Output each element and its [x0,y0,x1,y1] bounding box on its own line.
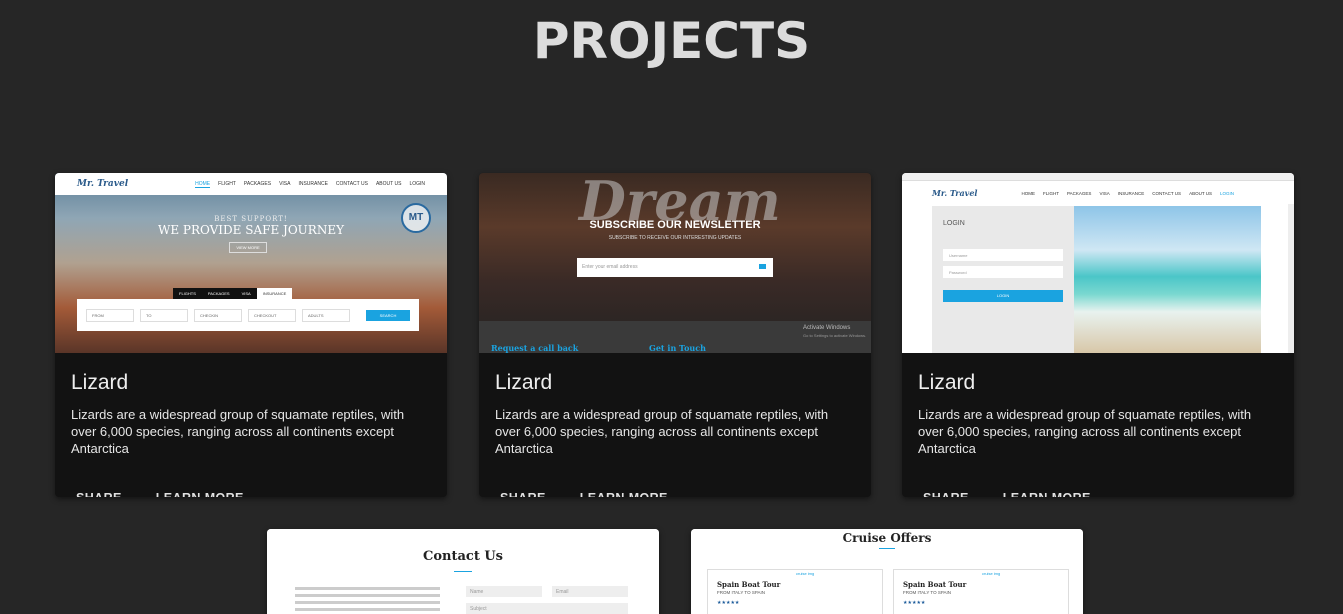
thumb-logo: Mr. Travel [932,188,978,198]
thumb-field: CHECKOUT [248,308,296,322]
thumb-bookmarks-bar [902,173,1294,181]
thumb-hero-big: WE PROVIDE SAFE JOURNEY [157,223,344,237]
thumb-nav-item: PACKAGES [1067,190,1092,196]
thumb-cruise-subtitle: FROM ITALY TO SPAIN [903,590,952,595]
thumb-nav-item: ABOUT US [1189,190,1212,196]
thumb-image-placeholder: cruise img [796,571,815,576]
thumb-nav-item: HOME [1021,190,1035,196]
thumb-search-tabs: FLIGHTS PACKAGES VISA INSURANCE [173,288,293,299]
thumb-beach-image [1074,206,1261,353]
thumb-nav-item: CONTACT US [1152,190,1182,196]
thumb-newsletter-subheading: SUBSCRIBE TO RECEIVE OUR INTERESTING UPD… [608,235,742,241]
thumb-field: ADULTS [302,308,350,322]
card-title: Lizard [495,371,553,394]
thumb-field: TO [140,308,188,322]
thumb-nav-item: VISA [279,180,291,187]
card-description: Lizards are a widespread group of squama… [71,407,405,456]
thumb-search-box: FROM TO CHECKIN CHECKOUT ADULTS SEARCH [77,299,419,331]
project-card: Cruise Offers cruise img Spain Boat Tour… [691,529,1083,614]
thumb-login-heading: LOGIN [943,220,965,227]
thumb-touch-link: Get in Touch [649,343,706,353]
thumb-cruise-title: Spain Boat Tour [903,580,967,589]
thumb-tab: FLIGHTS [173,288,202,299]
thumb-tab: PACKAGES [201,288,236,299]
thumb-tab: VISA [235,288,257,299]
thumb-cruise-title: Spain Boat Tour [717,580,781,589]
thumb-nav-item: LOGIN [1219,190,1234,196]
thumb-login-button: LOGIN [943,290,1063,302]
thumb-search-button: SEARCH [366,309,410,321]
thumb-navbar: Mr. Travel HOME FLIGHT PACKAGES VISA INS… [902,182,1294,204]
thumb-nav-item: INSURANCE [298,180,328,187]
thumb-field: FROM [86,308,134,322]
thumb-heading-underline [879,548,895,549]
page-title: PROJECTS [532,12,811,70]
thumb-newsletter-heading: SUBSCRIBE OUR NEWSLETTER [589,219,761,231]
card-description: Lizards are a widespread group of squama… [495,407,829,456]
thumb-contact-text [295,587,440,611]
thumb-windows-watermark: Activate Windows Go to Settings to activ… [803,325,866,340]
thumb-logo: Mr. Travel [77,179,129,189]
thumb-nav-links: HOME FLIGHT PACKAGES VISA INSURANCE CONT… [1021,191,1264,196]
project-thumbnail[interactable]: Mr. Travel HOME FLIGHT PACKAGES VISA INS… [55,173,447,353]
thumb-subject-field: Subject [466,603,628,614]
learn-more-button[interactable]: LEARN MORE [990,483,1104,497]
thumb-contact-heading: Contact Us [423,549,503,564]
mail-icon [759,264,766,269]
thumb-nav-item: LOGIN [409,180,425,187]
thumb-cruise-subtitle: FROM ITALY TO SPAIN [717,590,766,595]
project-thumbnail[interactable]: Contact Us Name Email Subject [267,529,659,614]
project-card: Contact Us Name Email Subject [267,529,659,614]
project-thumbnail[interactable]: Cruise Offers cruise img Spain Boat Tour… [691,529,1083,614]
thumb-cruise-heading: Cruise Offers [842,531,932,545]
thumb-image-placeholder: cruise img [982,571,1001,576]
project-thumbnail[interactable]: Dream SUBSCRIBE OUR NEWSLETTER SUBSCRIBE… [479,173,871,353]
share-button[interactable]: SHARE [487,483,559,497]
thumb-email-placeholder: Enter your email address [582,264,638,270]
thumb-password-field: Password [943,266,1063,278]
thumb-navbar: Mr. Travel HOME FLIGHT PACKAGES VISA INS… [55,173,447,195]
thumb-nav-item: CONTACT US [335,180,368,187]
thumb-cruise-card: cruise img Spain Boat Tour FROM ITALY TO… [893,569,1069,614]
thumb-hero-small: BEST SUPPORT! [214,215,288,223]
thumb-nav-item: ABOUT US [375,180,402,187]
thumb-nav-item: FLIGHT [218,180,236,187]
learn-more-button[interactable]: LEARN MORE [567,483,681,497]
thumb-nav-item: INSURANCE [1117,190,1145,196]
thumb-scrollbar [1288,204,1294,353]
thumb-email-field: Email [552,586,628,597]
thumb-heading-underline [454,571,472,572]
thumb-more-button: VIEW MORE [229,242,267,253]
thumb-name-field: Name [466,586,542,597]
thumb-email-field: Enter your email address [577,258,773,277]
share-button[interactable]: SHARE [910,483,982,497]
thumb-field: CHECKIN [194,308,242,322]
thumb-tab: INSURANCE [256,288,293,299]
project-card: Mr. Travel HOME FLIGHT PACKAGES VISA INS… [902,173,1294,497]
thumb-cruise-card: cruise img Spain Boat Tour FROM ITALY TO… [707,569,883,614]
thumb-nav-item: PACKAGES [243,180,272,187]
thumb-windows-line: Activate Windows [803,325,851,331]
thumb-callback-link: Request a call back [491,343,579,353]
thumb-star-rating: ★★★★★ [903,600,926,606]
thumb-star-rating: ★★★★★ [717,600,740,606]
card-title: Lizard [918,371,976,394]
thumb-nav-item: FLIGHT [1042,190,1059,196]
thumb-windows-line: Go to Settings to activate Windows. [803,333,867,338]
learn-more-button[interactable]: LEARN MORE [143,483,257,497]
project-card: Mr. Travel HOME FLIGHT PACKAGES VISA INS… [55,173,447,497]
thumb-username-field: Username [943,249,1063,261]
project-thumbnail[interactable]: Mr. Travel HOME FLIGHT PACKAGES VISA INS… [902,173,1294,353]
thumb-nav-links: HOME FLIGHT PACKAGES VISA INSURANCE CONT… [195,181,425,188]
thumb-nav-item: HOME [195,180,211,188]
project-card: Dream SUBSCRIBE OUR NEWSLETTER SUBSCRIBE… [479,173,871,497]
thumb-login-panel: LOGIN Username Password LOGIN [932,206,1074,353]
share-button[interactable]: SHARE [63,483,135,497]
card-description: Lizards are a widespread group of squama… [918,407,1252,456]
thumb-nav-item: VISA [1099,190,1110,196]
card-title: Lizard [71,371,129,394]
